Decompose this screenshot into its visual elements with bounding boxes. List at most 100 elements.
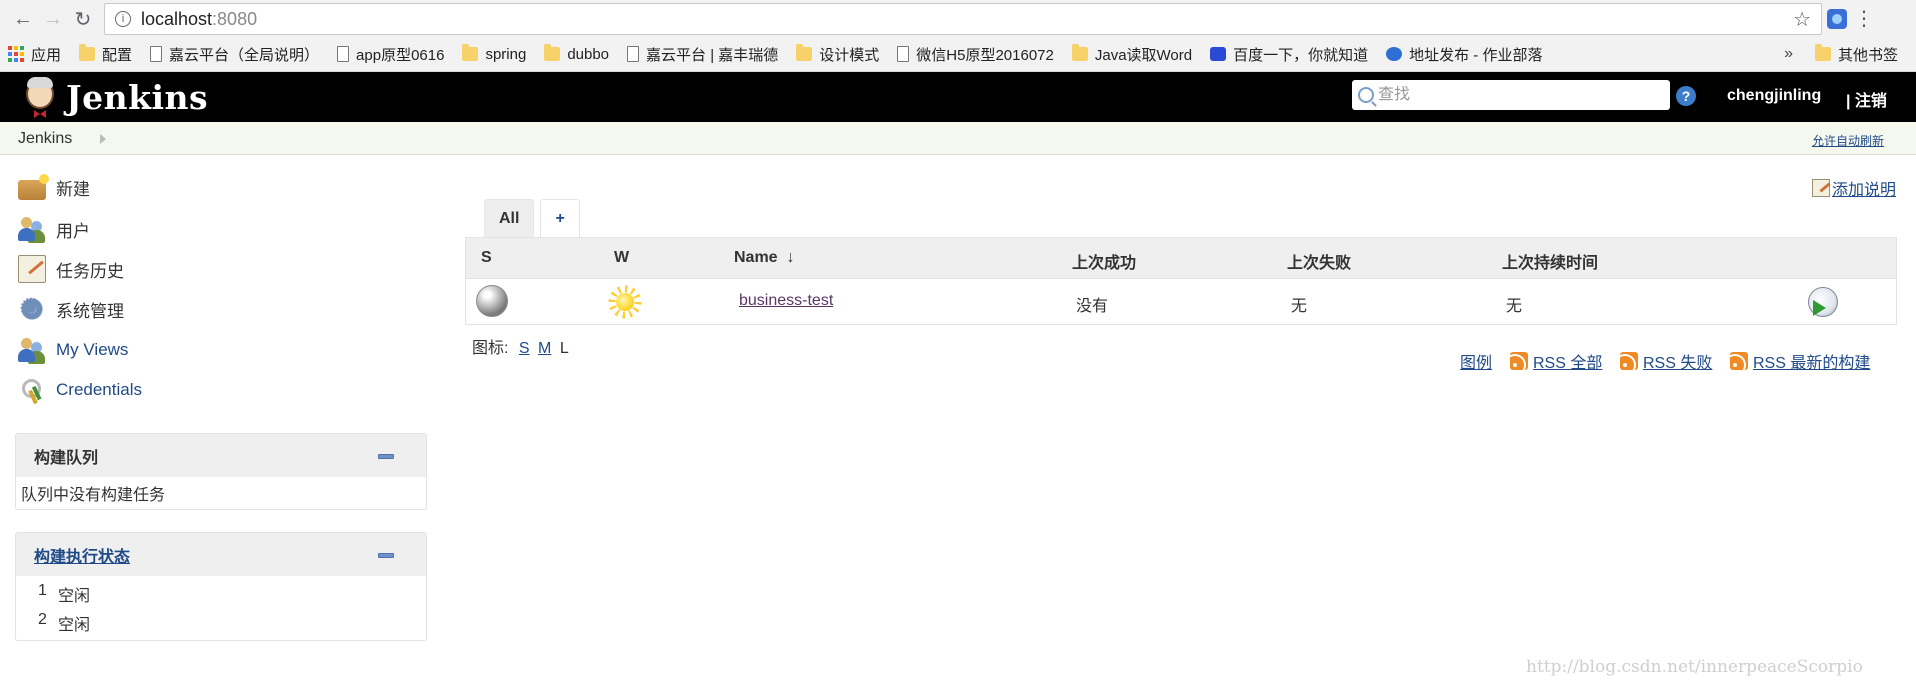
last-failure-value: 无	[1291, 298, 1308, 315]
jenkins-butler-icon	[18, 75, 62, 119]
bookmark-label: 嘉云平台（全局说明）	[169, 46, 320, 64]
job-link[interactable]: business-test	[739, 292, 833, 309]
column-status[interactable]: S	[481, 249, 492, 267]
executor-status: 空闲	[58, 588, 91, 605]
bookmark-item[interactable]: 百度一下，你就知道	[1210, 44, 1368, 65]
column-last-failure[interactable]: 上次失败	[1287, 249, 1351, 273]
people-icon	[18, 336, 46, 364]
site-info-icon[interactable]: i	[115, 11, 131, 27]
rss-all[interactable]: RSS 全部	[1510, 349, 1602, 373]
collapse-icon[interactable]	[378, 553, 394, 558]
rss-all-link[interactable]: RSS 全部	[1533, 349, 1602, 373]
keys-icon	[18, 376, 46, 404]
rss-failed[interactable]: RSS 失败	[1620, 349, 1712, 373]
executor-number: 2	[38, 611, 47, 628]
last-duration-value: 无	[1506, 298, 1523, 315]
bookmark-label: app原型0616	[356, 46, 445, 64]
task-label: 任务历史	[56, 261, 124, 281]
bookmark-item[interactable]: 微信H5原型2016072	[897, 44, 1054, 65]
bookmark-item[interactable]: 配置	[79, 44, 132, 65]
bookmark-label: 嘉云平台 | 嘉丰瑞德	[646, 46, 779, 64]
task-people[interactable]: 用户	[18, 215, 90, 243]
icon-size-m[interactable]: M	[538, 340, 551, 357]
task-my-views[interactable]: My Views	[18, 336, 128, 364]
circle-e-icon	[1386, 47, 1403, 61]
executors-title-link[interactable]: 构建执行状态	[34, 543, 130, 567]
task-label: 新建	[56, 180, 90, 199]
table-row: business-test 没有 无 无	[466, 278, 1896, 324]
help-icon[interactable]: ?	[1676, 86, 1696, 106]
rss-latest-link[interactable]: RSS 最新的构建	[1753, 349, 1870, 373]
back-arrow-icon[interactable]: ←	[8, 4, 38, 34]
username-link[interactable]: chengjinling	[1727, 87, 1821, 105]
gear-icon	[18, 292, 46, 325]
browser-menu-icon[interactable]: ⋮	[1852, 9, 1876, 29]
task-manage-jenkins[interactable]: 系统管理	[18, 292, 124, 325]
bookmark-label: 应用	[31, 46, 62, 64]
executor-status: 空闲	[58, 617, 91, 634]
build-queue-header: 构建队列	[16, 434, 426, 477]
task-new-item[interactable]: 新建	[18, 173, 90, 200]
icon-size-s[interactable]: S	[519, 340, 530, 357]
reload-icon[interactable]: ↻	[68, 4, 98, 34]
breadcrumb-jenkins[interactable]: Jenkins	[18, 130, 72, 148]
address-bar[interactable]: i localhost:8080 ☆	[104, 3, 1822, 35]
task-build-history[interactable]: 任务历史	[18, 255, 124, 283]
column-name[interactable]: Name ↓	[734, 249, 794, 267]
jobs-table: S W Name ↓ 上次成功 上次失败 上次持续时间 business-tes…	[465, 237, 1897, 325]
logout-link[interactable]: | 注销	[1846, 87, 1887, 111]
bookmark-item[interactable]: 地址发布 - 作业部落	[1386, 44, 1542, 65]
new-item-icon	[18, 173, 49, 200]
executors-pane: 构建执行状态 1 空闲 2 空闲	[15, 532, 427, 641]
bookmark-item[interactable]: Java读取Word	[1071, 44, 1192, 65]
bookmark-label: 百度一下，你就知道	[1233, 46, 1369, 64]
rss-icon	[1510, 352, 1528, 370]
executor-number: 1	[38, 582, 47, 599]
legend-link[interactable]: 图例	[1460, 349, 1492, 373]
page-icon	[627, 46, 640, 62]
tab-all[interactable]: All	[484, 199, 535, 237]
add-description-link[interactable]: 添加说明	[1832, 176, 1896, 200]
breadcrumb-arrow-icon[interactable]	[100, 134, 106, 144]
bookmark-item[interactable]: dubbo	[544, 44, 609, 63]
edit-description-icon	[1812, 179, 1830, 197]
url-host: localhost	[141, 8, 213, 29]
jenkins-logo[interactable]: Jenkins	[18, 75, 208, 119]
rss-failed-link[interactable]: RSS 失败	[1643, 349, 1712, 373]
page-icon	[337, 46, 350, 62]
column-last-success[interactable]: 上次成功	[1072, 249, 1136, 273]
other-bookmarks[interactable]: 其他书签	[1814, 44, 1898, 65]
folder-icon	[79, 44, 96, 61]
task-credentials[interactable]: Credentials	[18, 376, 142, 404]
enable-auto-refresh-link[interactable]: 允许自动刷新	[1812, 132, 1884, 149]
bookmark-item[interactable]: spring	[462, 44, 526, 63]
bookmark-item[interactable]: app原型0616	[337, 44, 444, 65]
folder-icon	[1814, 44, 1831, 61]
add-description[interactable]: 添加说明	[1812, 176, 1896, 200]
tab-new-view[interactable]: +	[540, 199, 580, 237]
extension-button[interactable]	[1822, 9, 1852, 29]
bookmark-item[interactable]: 嘉云平台 | 嘉丰瑞德	[627, 44, 778, 65]
column-weather[interactable]: W	[614, 249, 629, 267]
paw-icon	[1210, 47, 1227, 61]
folder-icon	[462, 44, 479, 61]
column-last-duration[interactable]: 上次持续时间	[1502, 249, 1598, 273]
schedule-build-icon[interactable]	[1808, 287, 1838, 317]
rss-latest[interactable]: RSS 最新的构建	[1730, 349, 1870, 373]
rss-icon	[1620, 352, 1638, 370]
notepad-icon	[18, 255, 46, 283]
task-label: Credentials	[56, 380, 142, 399]
bookmark-star-icon[interactable]: ☆	[1793, 7, 1811, 32]
forward-arrow-icon[interactable]: →	[38, 4, 68, 34]
search-input[interactable]	[1378, 86, 1658, 104]
bookmark-item[interactable]: 嘉云平台（全局说明）	[150, 44, 319, 65]
bookmark-item[interactable]: 设计模式	[796, 44, 879, 65]
task-label: 系统管理	[56, 301, 124, 321]
search-box[interactable]	[1352, 80, 1670, 110]
bookmark-label: 微信H5原型2016072	[916, 46, 1054, 64]
bookmark-apps[interactable]: 应用	[8, 44, 61, 65]
collapse-icon[interactable]	[378, 454, 394, 459]
address-row: ← → ↻ i localhost:8080 ☆ ⋮	[0, 0, 1916, 38]
more-bookmarks-chevron-icon[interactable]: »	[1784, 45, 1793, 63]
extension-icon	[1827, 9, 1847, 29]
